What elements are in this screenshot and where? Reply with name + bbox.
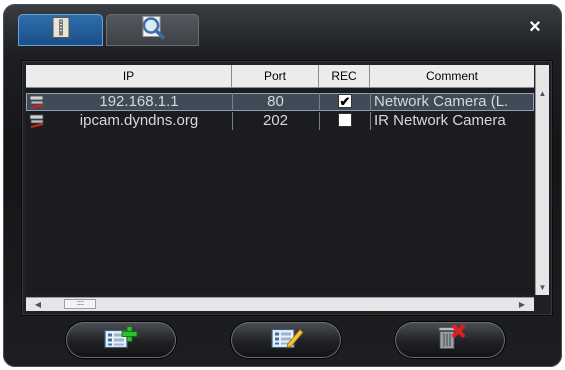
column-header-port[interactable]: Port: [232, 65, 319, 87]
rec-checkbox[interactable]: ✔: [338, 94, 352, 108]
cell-port: 80: [267, 93, 284, 110]
tab-search[interactable]: [106, 14, 199, 46]
table-row[interactable]: 192.168.1.1 80 ✔ Network Camera (L.: [26, 93, 534, 111]
column-header-comment[interactable]: Comment: [370, 65, 534, 87]
device-list-icon: [52, 17, 70, 44]
scroll-left-arrow[interactable]: ◀: [30, 298, 46, 311]
edit-entry-icon: [268, 326, 304, 355]
trash-delete-icon: [434, 324, 466, 356]
horizontal-scrollbar[interactable]: ◀ :::::::: ▶: [26, 297, 534, 311]
table-row[interactable]: ipcam.dyndns.org 202 IR Network Camera: [26, 112, 534, 130]
cell-ip: 192.168.1.1: [99, 93, 179, 110]
cell-rec: [319, 112, 370, 130]
table-header: IP Port REC Comment: [26, 65, 534, 88]
tab-device-list[interactable]: [18, 14, 103, 46]
vertical-scrollbar[interactable]: ▲ ▼: [535, 65, 549, 295]
device-list-window: × IP Port REC Comment 192.168.1.1 80 ✔ N…: [3, 4, 562, 367]
device-table: IP Port REC Comment 192.168.1.1 80 ✔ Net…: [26, 65, 534, 295]
close-button[interactable]: ×: [524, 16, 546, 38]
add-device-button[interactable]: [66, 322, 176, 358]
cell-ip: ipcam.dyndns.org: [79, 112, 199, 129]
column-header-ip[interactable]: IP: [26, 65, 232, 87]
scroll-down-arrow[interactable]: ▼: [536, 281, 549, 295]
cell-port: 202: [262, 112, 289, 129]
cell-comment: IR Network Camera: [374, 112, 506, 129]
delete-device-button[interactable]: [395, 322, 505, 358]
cell-comment: Network Camera (L.: [374, 93, 509, 110]
column-header-rec[interactable]: REC: [319, 65, 370, 87]
rec-checkbox[interactable]: [338, 113, 352, 127]
scroll-thumb[interactable]: ::::::::: [64, 299, 96, 309]
cell-rec: ✔: [319, 93, 370, 111]
scroll-up-arrow[interactable]: ▲: [536, 87, 549, 101]
add-entry-icon: [103, 326, 139, 355]
scroll-right-arrow[interactable]: ▶: [514, 298, 530, 311]
device-table-panel: IP Port REC Comment 192.168.1.1 80 ✔ Net…: [21, 60, 553, 316]
magnifier-icon: [140, 15, 166, 46]
title-bar: ×: [3, 4, 562, 50]
edit-device-button[interactable]: [231, 322, 341, 358]
